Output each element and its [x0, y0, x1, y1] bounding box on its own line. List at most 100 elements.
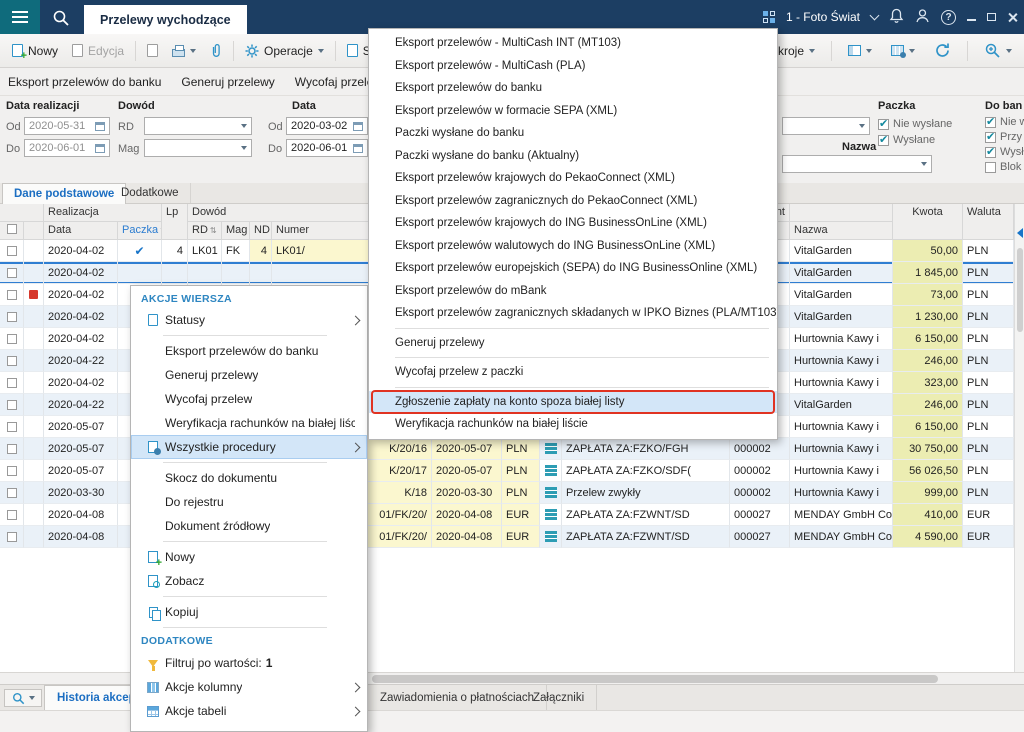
submenu-item[interactable]: Weryfikacja rachunków na białej liście [369, 413, 777, 436]
row-checkbox[interactable] [7, 532, 17, 542]
cell-kwota[interactable]: 6 150,00 [893, 328, 963, 350]
user-icon[interactable] [915, 8, 930, 27]
row-checkbox[interactable] [7, 290, 17, 300]
table-settings-button[interactable] [885, 42, 921, 59]
row-checkbox[interactable] [7, 444, 17, 454]
row-checkbox[interactable] [7, 466, 17, 476]
header-select-all[interactable] [0, 222, 24, 240]
data-od-input[interactable]: 2020-03-02 [286, 117, 368, 135]
cell-data[interactable]: 2020-03-30 [432, 482, 502, 504]
row-select-cell[interactable] [0, 328, 24, 350]
cell-waluta-dok[interactable]: PLN [502, 460, 540, 482]
row-checkbox[interactable] [7, 510, 17, 520]
submenu-item[interactable]: Eksport przelewów krajowych do PekaoConn… [369, 167, 777, 190]
company-selector[interactable]: 1 - Foto Świat [786, 10, 860, 24]
cell-nazwa[interactable]: Hurtownia Kawy i [790, 482, 893, 504]
row-select-cell[interactable] [0, 350, 24, 372]
close-button[interactable] [1007, 12, 1018, 23]
tab-przelewy-wychodzace[interactable]: Przelewy wychodzące [84, 5, 247, 34]
operations-button[interactable]: Operacje [239, 41, 330, 61]
checkbox-do-banku-3[interactable]: Wysł [985, 146, 1024, 158]
cell-realizacja-data[interactable]: 2020-04-22 [44, 394, 118, 416]
cell-konto[interactable]: 000002 [730, 438, 790, 460]
submenu-item[interactable]: Eksport przelewów krajowych do ING Busin… [369, 212, 777, 235]
submenu-item[interactable]: Eksport przelewów do mBank [369, 280, 777, 303]
cell-icon[interactable] [540, 504, 562, 526]
cell-kwota[interactable]: 1 845,00 [893, 262, 963, 284]
row-checkbox[interactable] [7, 422, 17, 432]
context-menu-item[interactable] [131, 538, 367, 545]
submenu-item[interactable]: Paczki wysłane do banku [369, 122, 777, 145]
cell-kwota[interactable]: 246,00 [893, 350, 963, 372]
vertical-scrollbar[interactable] [1014, 204, 1024, 672]
cell-waluta[interactable]: PLN [963, 482, 1014, 504]
row-select-cell[interactable] [0, 526, 24, 548]
cell-kwota[interactable]: 30 750,00 [893, 438, 963, 460]
cell-nazwa[interactable]: Hurtownia Kawy i [790, 438, 893, 460]
cell-data[interactable]: 2020-04-08 [432, 526, 502, 548]
context-menu-item[interactable]: Akcje kolumny [131, 675, 367, 699]
cell-lp[interactable]: 4 [162, 240, 188, 262]
cell-konto[interactable]: 000002 [730, 482, 790, 504]
cell-konto[interactable]: 000027 [730, 504, 790, 526]
cell-realizacja-data[interactable]: 2020-05-07 [44, 416, 118, 438]
cell-waluta[interactable]: PLN [963, 372, 1014, 394]
cell-nazwa[interactable]: VitalGarden [790, 284, 893, 306]
checkbox-do-banku-2[interactable]: Przy [985, 131, 1022, 143]
checkbox-do-banku-1[interactable]: Nie w [985, 116, 1024, 128]
submenu-item[interactable]: Zgłoszenie zapłaty na konto spoza białej… [369, 391, 777, 414]
checkbox-wyslane[interactable]: Wysłane [878, 134, 935, 146]
cell-waluta-dok[interactable]: PLN [502, 438, 540, 460]
delete-button[interactable] [141, 41, 164, 60]
context-menu-item[interactable] [131, 593, 367, 600]
bell-icon[interactable] [889, 8, 904, 27]
submenu-item[interactable] [369, 384, 777, 391]
row-select-cell[interactable] [0, 284, 24, 306]
cell-kwota[interactable]: 410,00 [893, 504, 963, 526]
context-menu-item[interactable]: Wszystkie procedury [131, 435, 367, 459]
tab-dodatkowe[interactable]: Dodatkowe [110, 183, 191, 203]
generate-transfers-action[interactable]: Generuj przelewy [181, 75, 274, 89]
submenu-item[interactable]: Eksport przelewów w formacie SEPA (XML) [369, 100, 777, 123]
apps-grid-icon[interactable] [763, 11, 775, 23]
cell-realizacja-data[interactable]: 2020-05-07 [44, 438, 118, 460]
checkbox-icon[interactable] [985, 147, 996, 158]
context-menu-item[interactable] [131, 624, 367, 631]
row-select-cell[interactable] [0, 482, 24, 504]
row-checkbox[interactable] [7, 312, 17, 322]
cell-nd[interactable] [250, 262, 272, 284]
cell-nazwa[interactable]: Hurtownia Kawy i [790, 328, 893, 350]
new-button[interactable]: Nowy [6, 41, 64, 61]
cell-paczka[interactable] [118, 262, 162, 284]
submenu-item[interactable]: Eksport przelewów walutowych do ING Busi… [369, 235, 777, 258]
export-to-bank-action[interactable]: Eksport przelewów do banku [8, 75, 161, 89]
column-nav-left-icon[interactable] [1017, 228, 1023, 238]
row-checkbox[interactable] [7, 246, 17, 256]
data-realizacji-do-input[interactable]: 2020-06-01 [24, 139, 110, 157]
submenu-item[interactable]: Eksport przelewów zagranicznych składany… [369, 302, 777, 325]
cell-lp[interactable] [162, 262, 188, 284]
cell-tytul[interactable]: ZAPŁATA ZA:FZKO/SDF( [562, 460, 730, 482]
cell-kwota[interactable]: 4 590,00 [893, 526, 963, 548]
cell-nazwa[interactable]: Hurtownia Kawy i [790, 372, 893, 394]
cell-tytul[interactable]: Przelew zwykły [562, 482, 730, 504]
cell-nazwa[interactable]: VitalGarden [790, 262, 893, 284]
cell-data[interactable]: 2020-05-07 [432, 438, 502, 460]
cell-tytul[interactable]: ZAPŁATA ZA:FZWNT/SD [562, 526, 730, 548]
cell-waluta[interactable]: PLN [963, 328, 1014, 350]
print-button[interactable] [166, 42, 202, 60]
submenu-item[interactable] [369, 354, 777, 361]
checkbox-icon[interactable] [878, 119, 889, 130]
context-menu-item[interactable]: DODATKOWE [131, 631, 367, 651]
cell-mag[interactable] [222, 262, 250, 284]
submenu-item[interactable]: Eksport przelewów - MultiCash (PLA) [369, 55, 777, 78]
calendar-icon[interactable] [95, 144, 105, 153]
cell-waluta-dok[interactable]: PLN [502, 482, 540, 504]
bottom-search-button[interactable] [4, 689, 42, 707]
context-menu-item[interactable]: Zobacz [131, 569, 367, 593]
header-nd[interactable]: ND [250, 222, 272, 240]
cell-realizacja-data[interactable]: 2020-03-30 [44, 482, 118, 504]
cell-icon[interactable] [540, 438, 562, 460]
cell-kwota[interactable]: 323,00 [893, 372, 963, 394]
cell-icon[interactable] [540, 526, 562, 548]
